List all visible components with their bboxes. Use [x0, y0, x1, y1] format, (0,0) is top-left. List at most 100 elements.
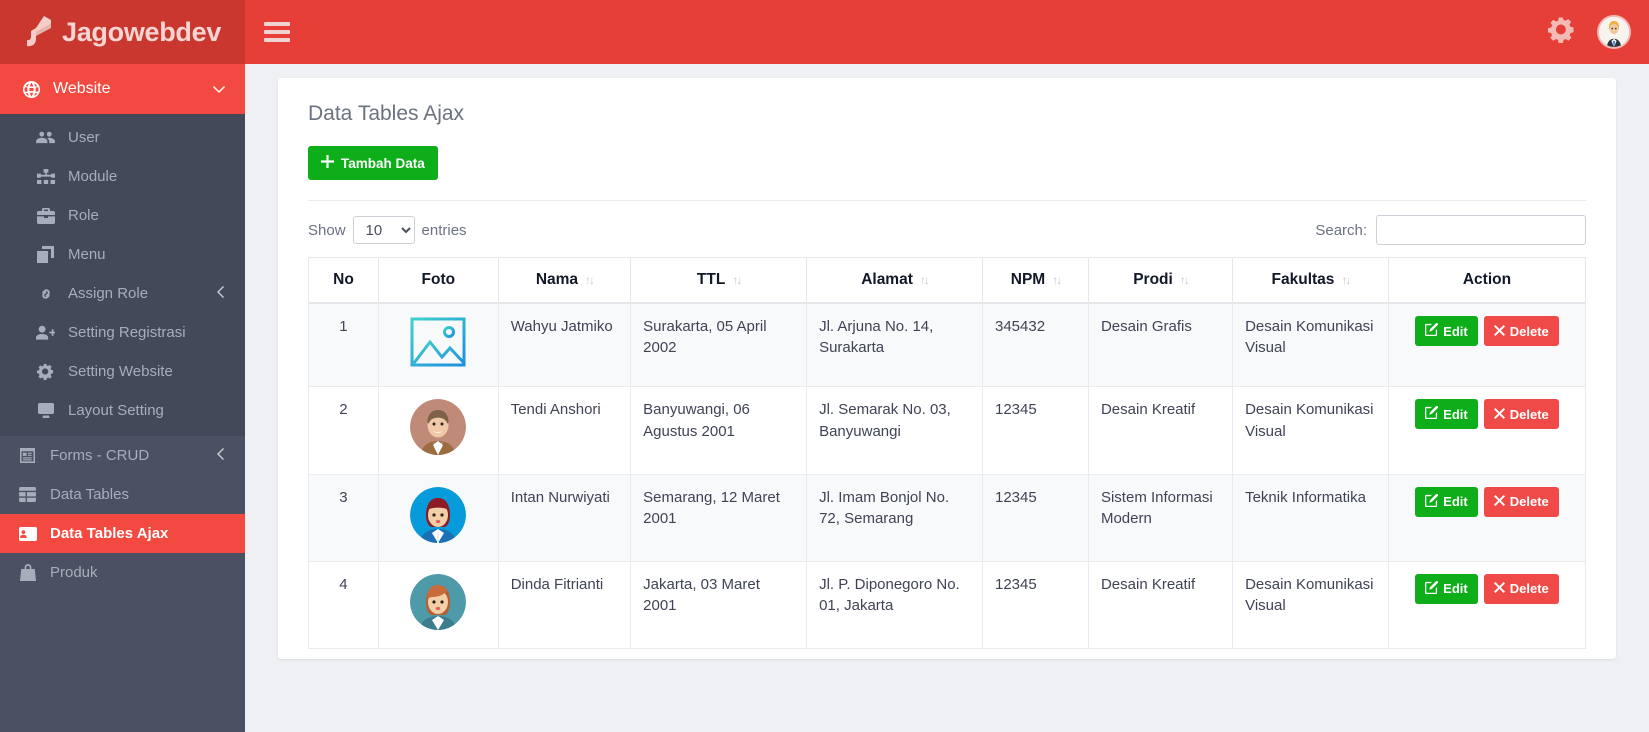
col-nama[interactable]: Nama ↑↓ [497, 257, 632, 304]
sidebar-item-assign-role[interactable]: Assign Role [0, 274, 245, 313]
add-data-button[interactable]: Tambah Data [308, 146, 438, 180]
cell-action: Edit Delete [1387, 386, 1587, 475]
cell-alamat: Jl. P. Diponegoro No. 01, Jakarta [806, 560, 983, 650]
times-icon [1493, 581, 1505, 596]
cell-prodi: Sistem Informasi Modern [1087, 473, 1234, 562]
add-data-label: Tambah Data [341, 155, 425, 171]
cell-alamat: Jl. Arjuna No. 14, Surakarta [806, 302, 983, 388]
globe-icon [22, 80, 41, 99]
search-input[interactable] [1376, 215, 1587, 245]
sidebar-item-label: Data Tables Ajax [50, 525, 169, 542]
datatable-card: Data Tables Ajax Tambah Data Show 10 ent… [278, 78, 1617, 660]
brand-name: Jagowebdev [62, 16, 222, 47]
col-fakultas[interactable]: Fakultas ↑↓ [1232, 257, 1389, 304]
table-head: No Foto Nama ↑↓ TTL ↑↓ Alamat ↑↓ NPM ↑↓ Prod… [308, 257, 1587, 304]
delete-button[interactable]: Delete [1483, 399, 1559, 430]
delete-button[interactable]: Delete [1483, 486, 1559, 517]
cell-no: 1 [308, 302, 379, 388]
show-label: Show [308, 221, 346, 239]
cell-npm: 12345 [982, 473, 1089, 562]
col-ttl[interactable]: TTL ↑↓ [630, 257, 808, 304]
sidebar-item-menu[interactable]: Menu [0, 235, 245, 274]
cell-fakultas: Desain Komunikasi Visual [1232, 302, 1389, 388]
users-icon [36, 128, 55, 147]
cell-prodi: Desain Kreatif [1087, 386, 1234, 475]
chevron-left-icon [217, 448, 225, 463]
sidebar-item-label: Role [68, 207, 99, 224]
sidebar-item-user[interactable]: User [0, 118, 245, 157]
cell-fakultas: Teknik Informatika [1232, 473, 1389, 562]
col-npm[interactable]: NPM ↑↓ [982, 257, 1089, 304]
table-header-row: No Foto Nama ↑↓ TTL ↑↓ Alamat ↑↓ NPM ↑↓ Prod… [308, 257, 1587, 304]
search-control: Search: [1315, 215, 1587, 245]
desktop-icon [36, 401, 55, 420]
delete-button[interactable]: Delete [1483, 573, 1559, 604]
sidebar-item-role[interactable]: Role [0, 196, 245, 235]
delete-button[interactable]: Delete [1483, 316, 1559, 346]
times-icon [1493, 494, 1505, 509]
sort-icon: ↑↓ [1179, 273, 1190, 287]
times-icon [1493, 407, 1505, 422]
jagowebdev-logo-icon [24, 15, 54, 49]
col-action: Action [1387, 257, 1587, 304]
avatar [410, 486, 467, 543]
length-control: Show 10 25 50 100 entries [308, 216, 467, 244]
edit-button[interactable]: Edit [1415, 573, 1478, 604]
search-label: Search: [1315, 221, 1368, 239]
cell-nama: Dinda Fitrianti [497, 560, 632, 650]
sidebar-group-website[interactable]: Website [0, 64, 245, 114]
row-actions: Edit Delete [1401, 399, 1573, 430]
cell-foto [377, 560, 499, 650]
pencil-square-icon [1425, 493, 1439, 510]
table-icon [18, 485, 37, 504]
edit-button[interactable]: Edit [1415, 486, 1478, 517]
page-content: Data Tables Ajax Tambah Data Show 10 ent… [245, 64, 1649, 732]
cell-nama: Tendi Anshori [497, 386, 632, 475]
sidebar: Jagowebdev Website User Module Role Menu… [0, 0, 245, 732]
page-length-select[interactable]: 10 25 50 100 [352, 216, 415, 244]
avatar[interactable] [1597, 15, 1632, 49]
sidebar-item-data-tables-ajax[interactable]: Data Tables Ajax [0, 514, 245, 553]
edit-button[interactable]: Edit [1415, 399, 1478, 430]
cell-nama: Intan Nurwiyati [497, 473, 632, 562]
chevron-left-icon [217, 286, 225, 301]
sidebar-item-setting-registrasi[interactable]: Setting Registrasi [0, 313, 245, 352]
image-placeholder-icon [409, 316, 467, 368]
link-icon [36, 284, 55, 303]
pencil-square-icon [1425, 406, 1439, 422]
sidebar-item-produk[interactable]: Produk [0, 553, 245, 592]
brand-logo[interactable]: Jagowebdev [0, 0, 245, 64]
sort-icon: ↑↓ [732, 273, 742, 287]
sidebar-item-setting-website[interactable]: Setting Website [0, 352, 245, 391]
cell-ttl: Jakarta, 03 Maret 2001 [630, 560, 808, 650]
edit-button[interactable]: Edit [1415, 316, 1478, 346]
cell-action: Edit Delete [1387, 302, 1587, 388]
sidebar-group-label: Website [53, 80, 111, 97]
sidebar-item-layout-setting[interactable]: Layout Setting [0, 391, 245, 430]
sort-icon: ↑↓ [919, 273, 930, 287]
table-row: 2 Tendi Anshori Banyuwangi, 06 Agustus 2… [308, 386, 1587, 475]
sidebar-item-label: Assign Role [68, 285, 149, 302]
cell-action: Edit Delete [1387, 560, 1587, 650]
gear-icon[interactable] [1548, 16, 1575, 48]
gear-icon [36, 362, 55, 381]
sidebar-item-forms-crud[interactable]: Forms - CRUD [0, 436, 245, 475]
cell-ttl: Banyuwangi, 06 Agustus 2001 [630, 386, 808, 475]
page-title: Data Tables Ajax [308, 102, 465, 125]
avatar [410, 399, 467, 456]
datatable-controls: Show 10 25 50 100 entries Search: [308, 201, 1587, 257]
col-prodi[interactable]: Prodi ↑↓ [1087, 257, 1234, 304]
cell-foto [377, 302, 499, 388]
sitemap-icon [36, 167, 55, 186]
main-area: Data Tables Ajax Tambah Data Show 10 ent… [245, 0, 1649, 732]
col-alamat[interactable]: Alamat ↑↓ [806, 257, 983, 304]
sidebar-level1-group: Forms - CRUD Data Tables Data Tables Aja… [0, 436, 245, 592]
cell-ttl: Semarang, 12 Maret 2001 [630, 473, 808, 562]
sidebar-item-module[interactable]: Module [0, 157, 245, 196]
sidebar-item-data-tables[interactable]: Data Tables [0, 475, 245, 514]
cell-foto [377, 473, 499, 562]
card-body: Tambah Data Show 10 25 50 100 [278, 146, 1616, 659]
sort-icon: ↑↓ [585, 273, 595, 287]
hamburger-menu-icon[interactable] [264, 22, 290, 42]
sidebar-submenu: User Module Role Menu Assign Role Settin… [0, 114, 245, 436]
